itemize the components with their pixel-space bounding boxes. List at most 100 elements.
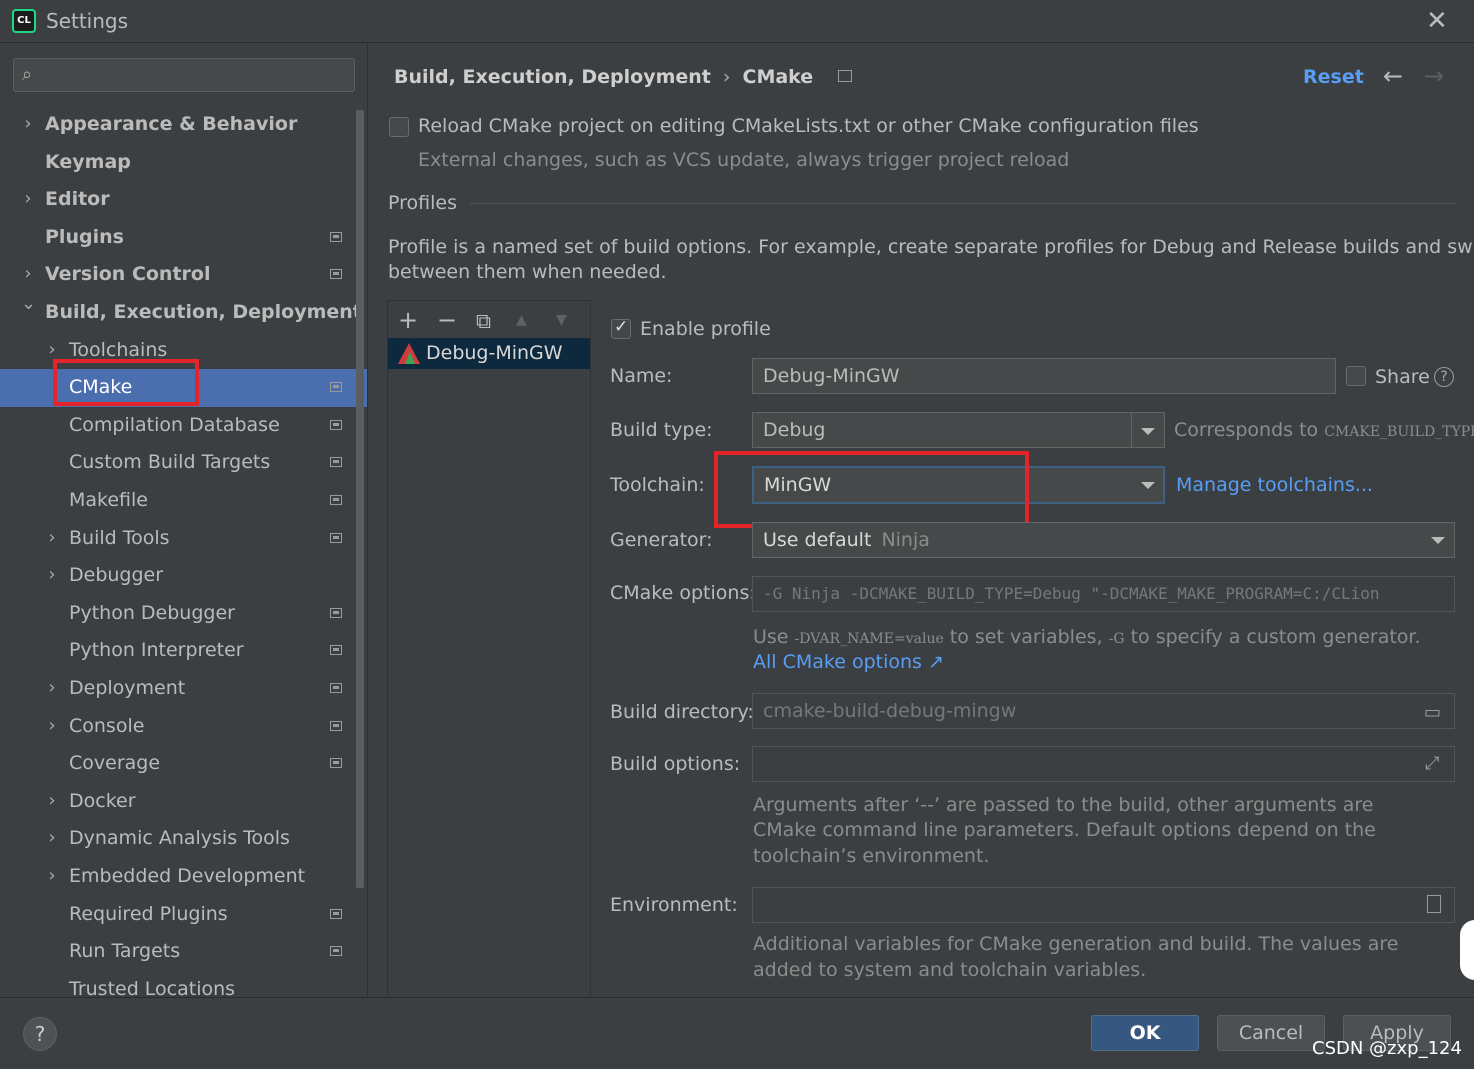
help-icon[interactable]: ? (1434, 367, 1454, 387)
checkmark-icon: ✓ (614, 317, 629, 337)
generator-default: Ninja (881, 529, 930, 551)
enable-profile-label: Enable profile (640, 318, 771, 340)
build-options-label: Build options: (610, 753, 741, 775)
chevron-down-icon (1431, 537, 1445, 544)
remove-profile-icon[interactable]: − (437, 306, 457, 334)
folder-icon[interactable]: ▭ (1424, 702, 1441, 723)
sidebar-item-console[interactable]: Console (69, 708, 144, 744)
sidebar-item-coverage[interactable]: Coverage (69, 745, 160, 781)
document-icon[interactable] (1427, 895, 1441, 913)
search-input[interactable] (13, 58, 355, 92)
tree-scrollbar[interactable] (356, 110, 364, 888)
name-field[interactable]: Debug-MinGW (752, 358, 1336, 394)
share-checkbox[interactable] (1346, 366, 1366, 386)
build-type-dropdown[interactable]: Debug (752, 412, 1165, 448)
sidebar-item-compilation-database[interactable]: Compilation Database (69, 407, 280, 443)
sidebar-item-plugins[interactable]: Plugins (45, 219, 124, 255)
generator-dropdown[interactable]: Use default Ninja (752, 522, 1455, 558)
expand-icon[interactable]: ⤢ (1425, 753, 1439, 774)
project-level-icon (330, 758, 342, 768)
manage-toolchains-link[interactable]: Manage toolchains... (1176, 474, 1373, 496)
sidebar-item-python-debugger[interactable]: Python Debugger (69, 595, 235, 631)
forward-arrow-icon: → (1424, 62, 1445, 90)
sidebar-item-build-tools[interactable]: Build Tools (69, 520, 170, 556)
cmake-icon-accent (405, 352, 415, 364)
share-label: Share (1375, 366, 1430, 388)
environment-label: Environment: (610, 894, 738, 916)
project-level-icon (330, 683, 342, 693)
floating-widget (1460, 920, 1474, 980)
project-level-icon (330, 232, 342, 242)
title-bar (0, 0, 1474, 43)
chevron-right-icon[interactable]: › (45, 564, 59, 585)
sidebar-item-required-plugins[interactable]: Required Plugins (69, 896, 228, 932)
chevron-right-icon[interactable]: › (45, 865, 59, 886)
project-level-icon (330, 457, 342, 467)
help-button[interactable]: ? (23, 1017, 57, 1051)
sidebar-item-appearance-behavior[interactable]: Appearance & Behavior (45, 106, 297, 142)
move-down-icon: ▼ (556, 312, 567, 328)
sidebar-item-run-targets[interactable]: Run Targets (69, 933, 180, 969)
cmake-options-field[interactable]: -G Ninja -DCMAKE_BUILD_TYPE=Debug "-DCMA… (752, 576, 1455, 612)
window-title: Settings (46, 9, 129, 33)
build-type-value: Debug (763, 419, 826, 441)
chevron-right-icon[interactable]: › (45, 790, 59, 811)
back-arrow-icon[interactable]: ← (1383, 62, 1403, 90)
sidebar-item-version-control[interactable]: Version Control (45, 256, 210, 292)
breadcrumb-parent[interactable]: Build, Execution, Deployment (394, 66, 711, 88)
environment-field[interactable] (752, 887, 1455, 923)
build-directory-label: Build directory: (610, 701, 754, 723)
sidebar-item-makefile[interactable]: Makefile (69, 482, 148, 518)
chevron-right-icon[interactable]: › (21, 188, 35, 209)
sidebar-item-custom-build-targets[interactable]: Custom Build Targets (69, 444, 270, 480)
all-cmake-options-link[interactable]: All CMake options ↗ (753, 651, 944, 673)
sidebar-item-python-interpreter[interactable]: Python Interpreter (69, 632, 244, 668)
chevron-down-icon (1141, 482, 1155, 489)
project-level-icon (330, 382, 342, 392)
enable-profile-checkbox[interactable]: ✓ (611, 317, 631, 339)
sidebar-item-editor[interactable]: Editor (45, 181, 110, 217)
build-directory-field[interactable]: cmake-build-debug-mingw (752, 693, 1455, 729)
chevron-right-icon[interactable]: › (45, 527, 59, 548)
chevron-right-icon[interactable]: › (45, 715, 59, 736)
sidebar-item-build-execution-deployment[interactable]: Build, Execution, Deployment (45, 294, 362, 330)
project-level-icon (330, 645, 342, 655)
project-level-icon (330, 909, 342, 919)
sidebar-item-debugger[interactable]: Debugger (69, 557, 163, 593)
reset-link[interactable]: Reset (1303, 66, 1364, 88)
environment-hint-line2: added to system and toolchain variables. (753, 959, 1147, 981)
chevron-right-icon[interactable]: › (45, 339, 59, 360)
profile-list (387, 300, 591, 997)
hint-text: to set variables, (949, 626, 1103, 648)
breadcrumb: Build, Execution, Deployment › CMake (394, 66, 852, 88)
project-level-icon (330, 608, 342, 618)
toolchain-label: Toolchain: (610, 474, 705, 496)
build-options-hint-line1: Arguments after ‘--’ are passed to the b… (753, 794, 1374, 816)
sidebar-item-dynamic-analysis-tools[interactable]: Dynamic Analysis Tools (69, 820, 290, 856)
sidebar-item-embedded-development[interactable]: Embedded Development (69, 858, 305, 894)
build-type-hint-code: CMAKE_BUILD_TYPE (1324, 424, 1474, 440)
chevron-down-icon[interactable]: ⌄ (21, 293, 36, 314)
copy-profile-icon[interactable]: ⧉ (476, 309, 491, 334)
chevron-right-icon[interactable]: › (45, 827, 59, 848)
add-profile-icon[interactable]: + (398, 306, 418, 334)
chevron-right-icon[interactable]: › (45, 677, 59, 698)
ok-button[interactable]: OK (1091, 1015, 1199, 1051)
profiles-description-line1: Profile is a named set of build options.… (388, 236, 1474, 258)
hint-text: to specify a custom generator. (1130, 626, 1421, 648)
toolchain-annotation-box (714, 451, 1029, 528)
project-level-icon (330, 269, 342, 279)
chevron-right-icon[interactable]: › (21, 263, 35, 284)
sidebar-item-docker[interactable]: Docker (69, 783, 136, 819)
chevron-right-icon[interactable]: › (21, 113, 35, 134)
sidebar-item-deployment[interactable]: Deployment (69, 670, 185, 706)
cancel-button[interactable]: Cancel (1217, 1015, 1325, 1051)
build-options-field[interactable] (752, 746, 1455, 782)
hint-code: -DVAR_NAME=value (794, 631, 944, 647)
close-icon[interactable]: ✕ (1426, 6, 1448, 36)
sidebar-item-keymap[interactable]: Keymap (45, 144, 131, 180)
build-type-label: Build type: (610, 419, 713, 441)
reload-checkbox[interactable] (389, 117, 409, 137)
chevron-down-icon (1141, 428, 1155, 435)
build-type-hint-prefix: Corresponds to (1174, 419, 1319, 441)
